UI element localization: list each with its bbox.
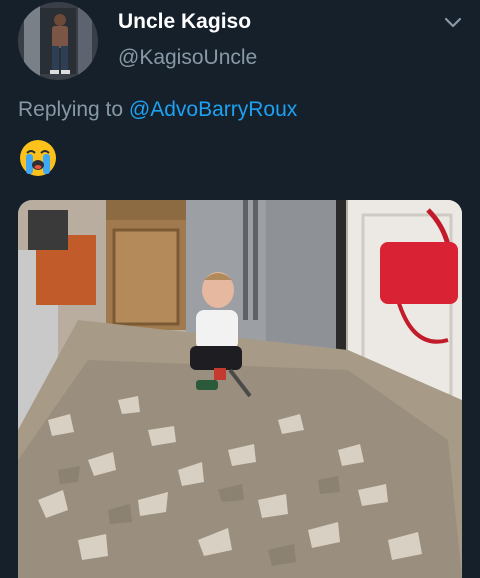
display-name[interactable]: Uncle Kagiso — [118, 10, 251, 34]
tweet-photo[interactable] — [18, 200, 462, 578]
chevron-down-icon[interactable] — [440, 12, 466, 34]
crying-face-icon — [18, 138, 58, 178]
reply-to-link[interactable]: @AdvoBarryRoux — [129, 98, 297, 121]
avatar-photo — [18, 2, 98, 80]
avatar[interactable] — [18, 2, 98, 80]
reply-prefix: Replying to — [18, 98, 124, 121]
user-handle[interactable]: @KagisoUncle — [118, 46, 257, 70]
replying-to-line: Replying to @AdvoBarryRoux — [18, 98, 297, 122]
kitchen-photo — [18, 200, 462, 578]
